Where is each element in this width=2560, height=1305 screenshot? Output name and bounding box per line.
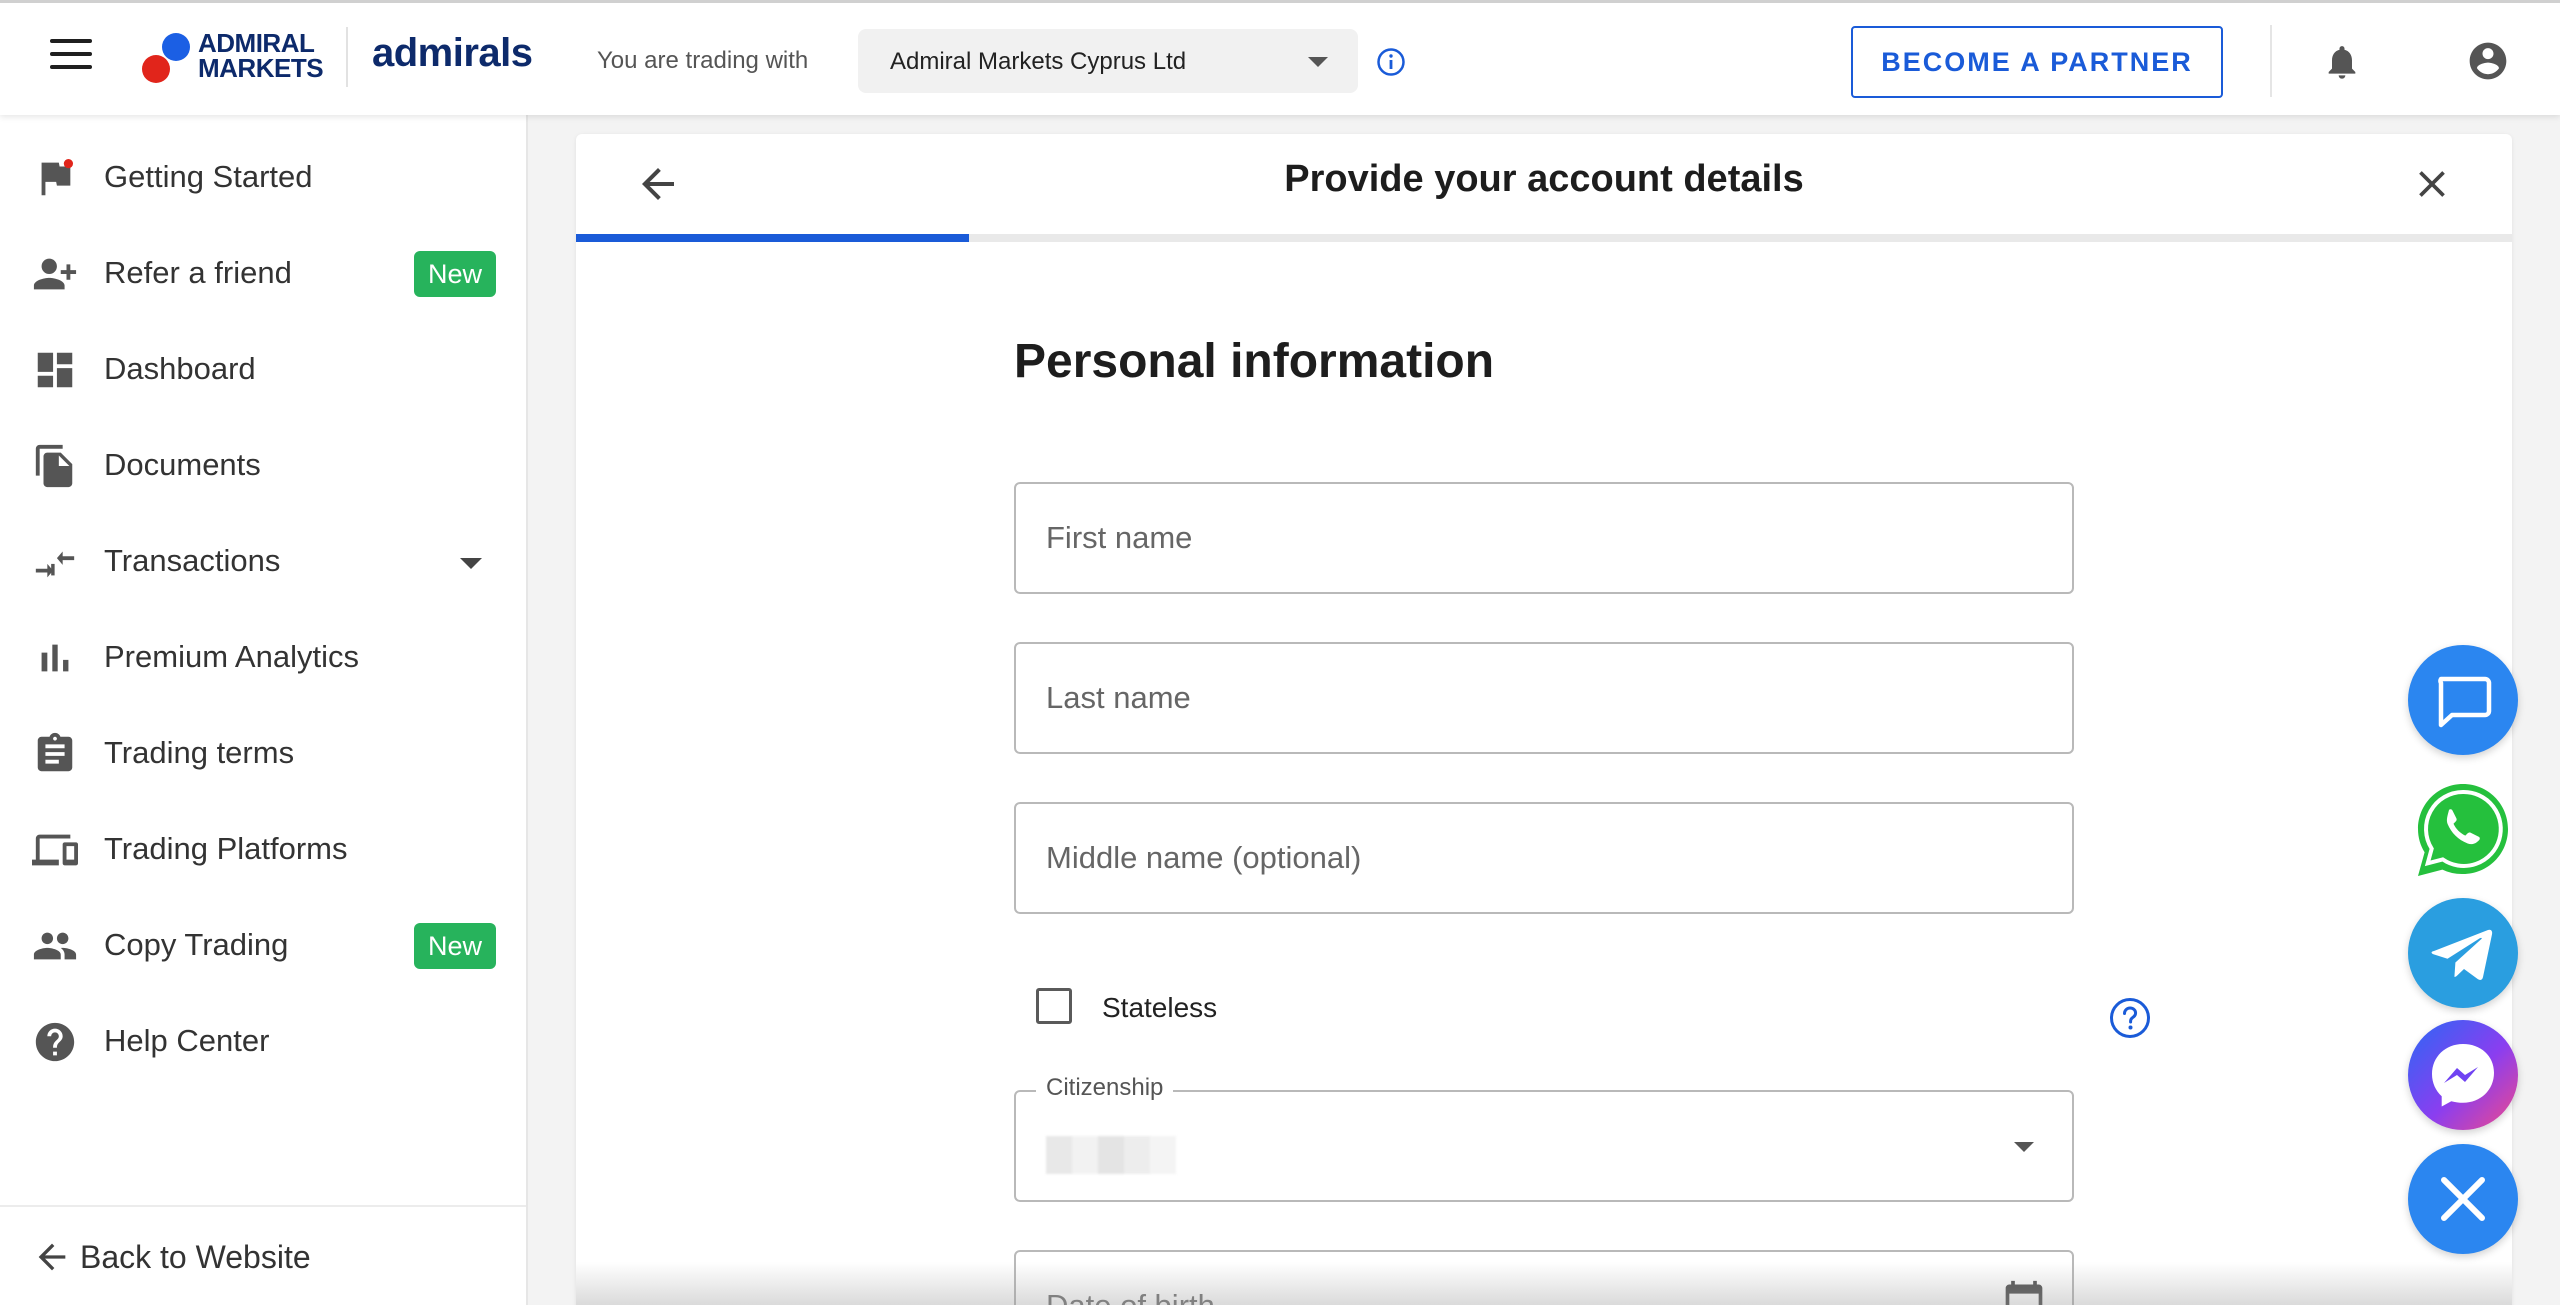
sidebar-item-copy-trading[interactable]: Copy Trading New: [0, 901, 526, 989]
admiral-markets-logo[interactable]: ADMIRAL MARKETS: [142, 29, 327, 87]
date-of-birth-field[interactable]: Date of birth: [1014, 1250, 2074, 1305]
dashboard-icon: [37, 352, 73, 388]
account-circle-icon[interactable]: [2466, 39, 2510, 83]
caret-down-icon: [1308, 57, 1328, 67]
telegram-icon: [2431, 929, 2493, 980]
sidebar-item-label: Trading Platforms: [104, 831, 348, 866]
progress-bar: [576, 234, 2512, 242]
first-name-placeholder: First name: [1046, 520, 1193, 555]
last-name-field[interactable]: Last name: [1014, 642, 2074, 754]
logo-red-dot: [142, 55, 170, 83]
close-icon[interactable]: [2410, 162, 2454, 206]
devices-icon: [32, 834, 78, 866]
flag-icon: [41, 159, 74, 196]
bar-chart-icon: [41, 644, 69, 672]
new-badge: New: [414, 251, 496, 297]
sidebar-item-trading-terms[interactable]: Trading terms: [0, 709, 526, 797]
hamburger-menu-icon[interactable]: [50, 39, 92, 71]
sidebar-item-transactions[interactable]: Transactions: [0, 517, 526, 605]
people-icon: [33, 932, 77, 960]
chevron-down-icon[interactable]: [460, 558, 482, 569]
progress-bar-fill: [576, 234, 969, 242]
middle-name-field[interactable]: Middle name (optional): [1014, 802, 2074, 914]
sidebar-item-label: Premium Analytics: [104, 639, 359, 674]
messenger-icon: [2432, 1044, 2494, 1107]
sidebar-item-help-center[interactable]: Help Center: [0, 997, 526, 1085]
chat-bubble-icon: [2438, 676, 2492, 728]
first-name-field[interactable]: First name: [1014, 482, 2074, 594]
new-badge: New: [414, 923, 496, 969]
close-floating-menu-button[interactable]: [2408, 1144, 2518, 1254]
clipboard-icon: [37, 732, 73, 772]
whatsapp-icon: [2418, 784, 2508, 876]
header-divider: [2270, 25, 2272, 97]
sidebar-item-refer-a-friend[interactable]: Refer a friend New: [0, 229, 526, 317]
trading-with-label: You are trading with: [597, 47, 809, 74]
help-circle-icon: [35, 1022, 75, 1062]
admirals-logo[interactable]: admirals: [372, 31, 533, 76]
section-title: Personal information: [1014, 335, 1495, 388]
citizenship-value-redacted: [1046, 1136, 1176, 1174]
entity-select-value: Admiral Markets Cyprus Ltd: [890, 48, 1187, 75]
middle-name-placeholder: Middle name (optional): [1046, 840, 1362, 875]
sidebar-item-label: Help Center: [104, 1023, 270, 1058]
calendar-icon[interactable]: [2002, 1278, 2046, 1305]
sidebar-item-trading-platforms[interactable]: Trading Platforms: [0, 805, 526, 893]
whatsapp-button[interactable]: [2411, 778, 2515, 882]
logo-divider: [346, 27, 348, 87]
chat-button[interactable]: [2408, 645, 2518, 755]
sidebar: Getting Started Refer a friend New Dashb…: [0, 115, 528, 1305]
date-of-birth-placeholder: Date of birth: [1046, 1288, 1215, 1305]
logo-text: ADMIRAL MARKETS: [198, 30, 324, 83]
arrow-left-icon: [38, 1243, 66, 1271]
sidebar-item-label: Dashboard: [104, 351, 256, 386]
info-icon[interactable]: [1376, 47, 1406, 77]
top-header: ADMIRAL MARKETS admirals You are trading…: [0, 0, 2560, 115]
checkbox-square[interactable]: [1036, 988, 1072, 1024]
sidebar-item-label: Refer a friend: [104, 255, 292, 290]
sidebar-item-label: Trading terms: [104, 735, 295, 770]
become-partner-button[interactable]: BECOME A PARTNER: [1851, 26, 2223, 98]
close-icon: [2441, 1177, 2485, 1221]
sidebar-item-label: Transactions: [104, 543, 281, 578]
sidebar-item-label: Copy Trading: [104, 927, 289, 962]
citizenship-label: Citizenship: [1036, 1074, 1174, 1102]
sidebar-item-dashboard[interactable]: Dashboard: [0, 325, 526, 413]
caret-down-icon: [2014, 1142, 2034, 1152]
sidebar-item-premium-analytics[interactable]: Premium Analytics: [0, 613, 526, 701]
dialog-title: Provide your account details: [1284, 158, 1804, 200]
sidebar-item-getting-started[interactable]: Getting Started: [0, 133, 526, 221]
documents-icon: [35, 444, 73, 488]
logo-blue-dot: [162, 33, 190, 61]
help-circle-icon[interactable]: [2108, 996, 2152, 1040]
stateless-label: Stateless: [1102, 992, 1218, 1023]
telegram-button[interactable]: [2408, 898, 2518, 1008]
entity-select[interactable]: Admiral Markets Cyprus Ltd: [858, 29, 1358, 93]
bell-icon[interactable]: [2322, 41, 2362, 83]
logo-line-2: MARKETS: [198, 53, 324, 83]
last-name-placeholder: Last name: [1046, 680, 1191, 715]
messenger-button[interactable]: [2408, 1020, 2518, 1130]
sidebar-item-documents[interactable]: Documents: [0, 421, 526, 509]
person-add-icon: [33, 258, 77, 290]
back-to-website-label: Back to Website: [80, 1239, 311, 1275]
sidebar-item-label: Documents: [104, 447, 261, 482]
transfer-arrows-icon: [35, 551, 75, 578]
account-details-card: Provide your account details Personal in…: [576, 134, 2512, 1305]
citizenship-select[interactable]: Citizenship: [1014, 1074, 2074, 1202]
sidebar-divider: [0, 1205, 526, 1207]
sidebar-item-label: Getting Started: [104, 159, 313, 194]
